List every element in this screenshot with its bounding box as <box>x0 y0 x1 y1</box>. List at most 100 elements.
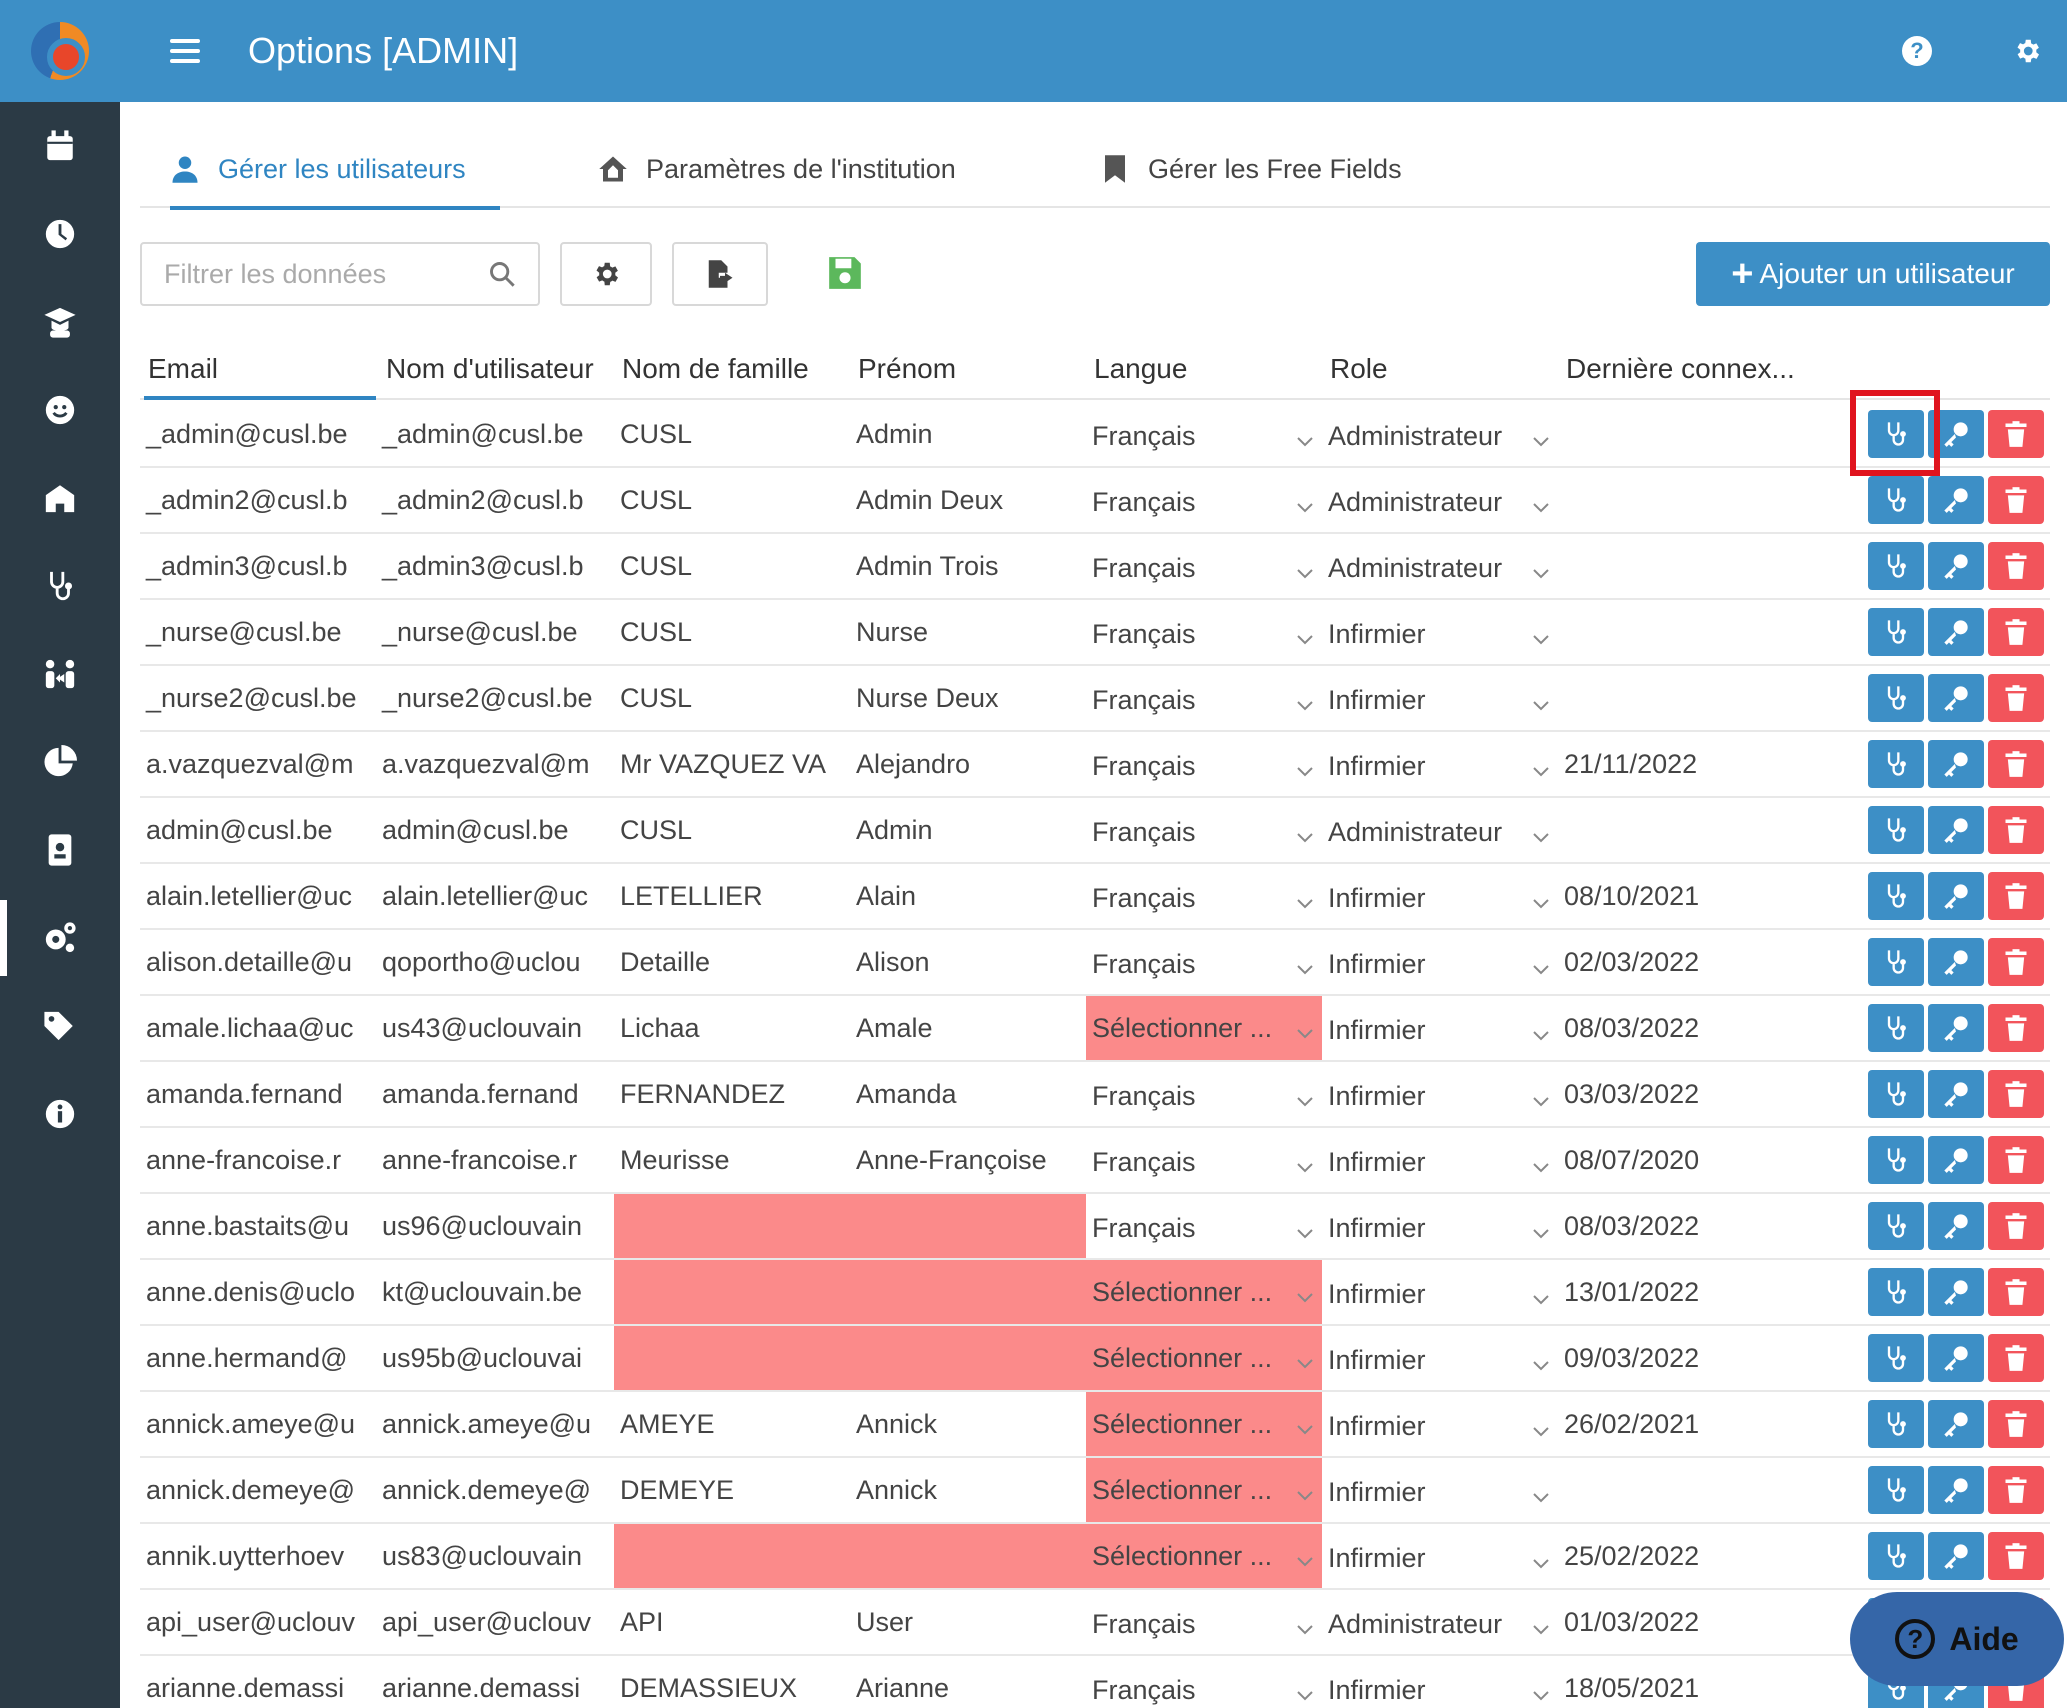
delete-user-button[interactable] <box>1988 1334 2044 1382</box>
reset-password-button[interactable] <box>1928 1532 1984 1580</box>
reset-password-button[interactable] <box>1928 674 1984 722</box>
table-row[interactable]: anne-francoise.r anne-francoise.r Meurisse… <box>140 1128 2050 1194</box>
language-select[interactable]: Français <box>1086 470 1322 534</box>
table-row[interactable]: _admin@cusl.be _admin@cusl.be CUSL Admin Fra… <box>140 402 2050 468</box>
caregiver-button[interactable] <box>1868 1136 1924 1184</box>
table-row[interactable]: anne.hermand@ us95b@uclouvai Sélectionner … <box>140 1326 2050 1392</box>
caregiver-button[interactable] <box>1868 1532 1924 1580</box>
column-settings-button[interactable] <box>560 242 652 306</box>
save-icon[interactable] <box>826 254 864 292</box>
language-select[interactable]: Français <box>1086 1592 1322 1656</box>
table-row[interactable]: annik.uytterhoev us83@uclouvain Sélectionn… <box>140 1524 2050 1590</box>
language-select[interactable]: Français <box>1086 734 1322 798</box>
role-select[interactable]: Infirmier <box>1322 932 1558 996</box>
role-select[interactable]: Administrateur <box>1322 470 1558 534</box>
role-select[interactable]: Infirmier <box>1322 668 1558 732</box>
language-select[interactable]: Sélectionner ... <box>1086 1392 1322 1456</box>
export-button[interactable] <box>672 242 768 306</box>
language-select[interactable]: Français <box>1086 1658 1322 1708</box>
caregiver-button[interactable] <box>1868 674 1924 722</box>
language-select[interactable]: Sélectionner ... <box>1086 1458 1322 1522</box>
cell-name-missing[interactable] <box>614 1194 1086 1258</box>
sidebar-item-info[interactable] <box>0 1070 120 1158</box>
language-select[interactable]: Français <box>1086 1064 1322 1128</box>
table-row[interactable]: amale.lichaa@uc us43@uclouvain Lichaa Amale… <box>140 996 2050 1062</box>
search-input[interactable]: Filtrer les données <box>140 242 540 306</box>
reset-password-button[interactable] <box>1928 938 1984 986</box>
language-select[interactable]: Sélectionner ... <box>1086 1260 1322 1324</box>
role-select[interactable]: Infirmier <box>1322 1196 1558 1260</box>
caregiver-button[interactable] <box>1868 410 1924 458</box>
caregiver-button[interactable] <box>1868 740 1924 788</box>
delete-user-button[interactable] <box>1988 1202 2044 1250</box>
reset-password-button[interactable] <box>1928 872 1984 920</box>
role-select[interactable]: Administrateur <box>1322 800 1558 864</box>
add-user-button[interactable]: + Ajouter un utilisateur <box>1696 242 2050 306</box>
caregiver-button[interactable] <box>1868 1202 1924 1250</box>
help-icon[interactable]: ? <box>1902 36 1932 66</box>
role-select[interactable]: Infirmier <box>1322 1130 1558 1194</box>
caregiver-button[interactable] <box>1868 476 1924 524</box>
table-row[interactable]: anne.bastaits@u us96@uclouvain Français Inf… <box>140 1194 2050 1260</box>
delete-user-button[interactable] <box>1988 938 2044 986</box>
language-select[interactable]: Français <box>1086 404 1322 468</box>
delete-user-button[interactable] <box>1988 476 2044 524</box>
column-header-role[interactable]: Role <box>1330 338 1388 400</box>
reset-password-button[interactable] <box>1928 1004 1984 1052</box>
reset-password-button[interactable] <box>1928 1136 1984 1184</box>
caregiver-button[interactable] <box>1868 806 1924 854</box>
role-select[interactable]: Infirmier <box>1322 1658 1558 1708</box>
table-row[interactable]: amanda.fernand amanda.fernand FERNANDEZ Ama… <box>140 1062 2050 1128</box>
language-select[interactable]: Sélectionner ... <box>1086 996 1322 1060</box>
delete-user-button[interactable] <box>1988 1136 2044 1184</box>
delete-user-button[interactable] <box>1988 674 2044 722</box>
caregiver-button[interactable] <box>1868 1466 1924 1514</box>
column-header-email[interactable]: Email <box>148 338 218 400</box>
sidebar-item-people-arrows[interactable] <box>0 630 120 718</box>
reset-password-button[interactable] <box>1928 740 1984 788</box>
language-select[interactable]: Français <box>1086 866 1322 930</box>
cell-name-missing[interactable] <box>614 1326 1086 1390</box>
role-select[interactable]: Infirmier <box>1322 1460 1558 1524</box>
table-row[interactable]: arianne.demassi arianne.demassi DEMASSIEUX… <box>140 1656 2050 1708</box>
delete-user-button[interactable] <box>1988 1532 2044 1580</box>
sidebar-item-pie-chart[interactable] <box>0 718 120 806</box>
table-row[interactable]: _nurse@cusl.be _nurse@cusl.be CUSL Nurse Fra… <box>140 600 2050 666</box>
sidebar-item-tags[interactable] <box>0 982 120 1070</box>
table-row[interactable]: _admin3@cusl.b _admin3@cusl.b CUSL Admin Tr… <box>140 534 2050 600</box>
table-row[interactable]: annick.ameye@u annick.ameye@u AMEYE Annick S… <box>140 1392 2050 1458</box>
table-row[interactable]: _admin2@cusl.b _admin2@cusl.b CUSL Admin De… <box>140 468 2050 534</box>
reset-password-button[interactable] <box>1928 1400 1984 1448</box>
column-header-firstname[interactable]: Prénom <box>858 338 956 400</box>
cell-name-missing[interactable] <box>614 1524 1086 1588</box>
reset-password-button[interactable] <box>1928 1466 1984 1514</box>
language-select[interactable]: Français <box>1086 602 1322 666</box>
reset-password-button[interactable] <box>1928 542 1984 590</box>
reset-password-button[interactable] <box>1928 806 1984 854</box>
menu-toggle-icon[interactable] <box>170 39 200 63</box>
reset-password-button[interactable] <box>1928 410 1984 458</box>
delete-user-button[interactable] <box>1988 410 2044 458</box>
settings-gear-icon[interactable] <box>2012 36 2042 66</box>
reset-password-button[interactable] <box>1928 1268 1984 1316</box>
tab-manage-users[interactable]: Gérer les utilisateurs <box>170 130 500 210</box>
delete-user-button[interactable] <box>1988 872 2044 920</box>
delete-user-button[interactable] <box>1988 542 2044 590</box>
delete-user-button[interactable] <box>1988 1400 2044 1448</box>
role-select[interactable]: Administrateur <box>1322 404 1558 468</box>
sidebar-item-smiley[interactable] <box>0 366 120 454</box>
language-select[interactable]: Français <box>1086 536 1322 600</box>
tab-institution-settings[interactable]: Paramètres de l'institution <box>598 130 956 208</box>
caregiver-button[interactable] <box>1868 1334 1924 1382</box>
sidebar-item-graduate[interactable] <box>0 278 120 366</box>
cell-name-missing[interactable] <box>614 1260 1086 1324</box>
reset-password-button[interactable] <box>1928 1070 1984 1118</box>
role-select[interactable]: Infirmier <box>1322 602 1558 666</box>
delete-user-button[interactable] <box>1988 1268 2044 1316</box>
caregiver-button[interactable] <box>1868 542 1924 590</box>
delete-user-button[interactable] <box>1988 1070 2044 1118</box>
table-row[interactable]: admin@cusl.be admin@cusl.be CUSL Admin Franç… <box>140 798 2050 864</box>
language-select[interactable]: Français <box>1086 668 1322 732</box>
role-select[interactable]: Infirmier <box>1322 1328 1558 1392</box>
table-row[interactable]: a.vazquezval@m a.vazquezval@m Mr VAZQUEZ V… <box>140 732 2050 798</box>
